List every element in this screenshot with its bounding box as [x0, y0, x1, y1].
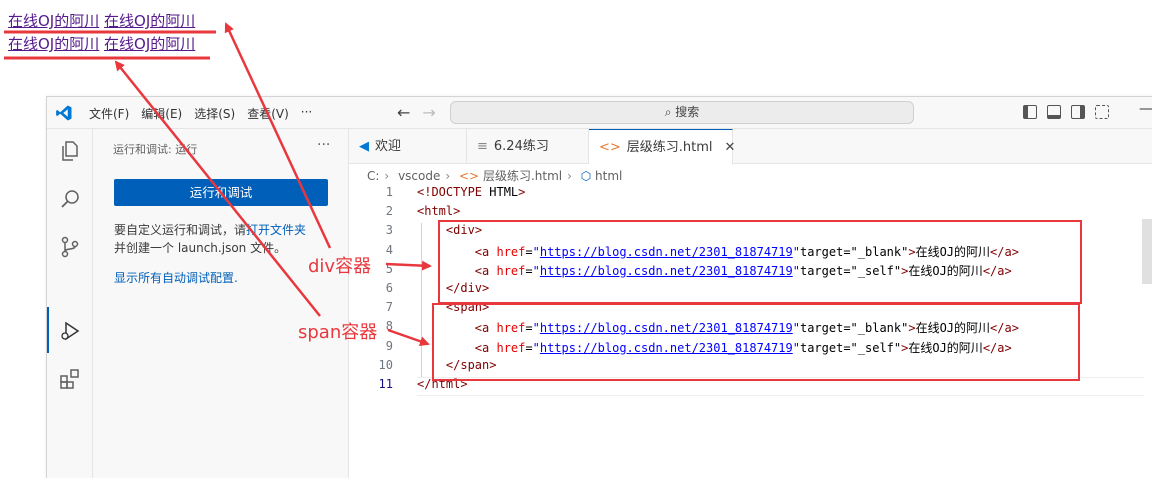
breadcrumb-symbol[interactable]: html — [595, 169, 622, 183]
menu-selection[interactable]: 选择(S) — [194, 105, 235, 122]
rendered-preview: 在线OJ的阿川 在线OJ的阿川 在线OJ的阿川 在线OJ的阿川 — [8, 10, 195, 56]
preview-link[interactable]: 在线OJ的阿川 — [104, 35, 195, 53]
html-file-icon: <> — [599, 140, 621, 155]
scrollbar-thumb[interactable] — [1142, 219, 1152, 284]
nav-arrows: ← → — [397, 103, 436, 122]
menu-bar: 文件(F) 编辑(E) 选择(S) 查看(V) ··· — [89, 105, 312, 122]
preview-line-1: 在线OJ的阿川 在线OJ的阿川 — [8, 10, 195, 33]
close-tab-icon[interactable]: ✕ — [725, 140, 736, 155]
symbol-icon: ⬡ — [580, 169, 592, 183]
tab-bar: ◀ 欢迎 ≡ 6.24练习 <> 层级练习.html ✕ — [349, 129, 1152, 165]
breadcrumb-folder[interactable]: vscode — [398, 169, 440, 183]
title-bar: 文件(F) 编辑(E) 选择(S) 查看(V) ··· ← → ⌕ 搜索 — — [47, 97, 1152, 129]
layout-controls — [1023, 105, 1109, 119]
sidebar-help-text: 要自定义运行和调试，请打开文件夹 并创建一个 launch.json 文件。 — [114, 221, 334, 257]
search-label: 搜索 — [675, 105, 700, 119]
customize-layout-icon[interactable] — [1095, 105, 1109, 119]
line-number: 11 — [378, 377, 393, 391]
forward-arrow-icon[interactable]: → — [422, 103, 435, 122]
line-number: 6 — [385, 281, 393, 295]
line-number: 2 — [385, 204, 393, 219]
command-search[interactable]: ⌕ 搜索 — [450, 101, 914, 124]
line-number: 7 — [385, 300, 393, 315]
span-highlight-box — [432, 303, 1080, 381]
help-text-pre: 要自定义运行和调试，请 — [114, 223, 247, 237]
div-highlight-box — [438, 220, 1082, 304]
active-indicator — [47, 307, 49, 353]
breadcrumb-file[interactable]: 层级练习.html — [483, 169, 562, 183]
line-number: 10 — [378, 357, 393, 372]
search-icon[interactable] — [58, 187, 82, 211]
help-text-post: 并创建一个 launch.json 文件。 — [114, 241, 287, 255]
explorer-icon[interactable] — [58, 139, 82, 163]
extensions-icon[interactable] — [58, 367, 82, 391]
tab-6-24[interactable]: ≡ 6.24练习 — [467, 129, 589, 164]
code-line[interactable]: <!DOCTYPE HTML> — [417, 185, 525, 199]
breadcrumb-drive[interactable]: C: — [367, 169, 379, 183]
open-folder-link[interactable]: 打开文件夹 — [246, 223, 306, 237]
preview-link[interactable]: 在线OJ的阿川 — [104, 12, 195, 30]
sidebar-more-button[interactable]: ··· — [317, 137, 330, 153]
run-and-debug-button[interactable]: 运行和调试 — [114, 179, 328, 206]
vscode-icon: ◀ — [359, 139, 369, 154]
div-container-label: div容器 — [308, 256, 372, 277]
source-control-icon[interactable] — [58, 235, 82, 259]
sidebar-title: 运行和调试: 运行 — [113, 143, 198, 156]
span-container-label: span容器 — [298, 322, 378, 343]
line-number: 1 — [385, 185, 393, 199]
run-debug-sidebar: 运行和调试: 运行 ··· 运行和调试 要自定义运行和调试，请打开文件夹 并创建… — [93, 129, 349, 478]
tab-label: 欢迎 — [375, 139, 402, 154]
activity-bar — [47, 129, 93, 478]
tab-label: 6.24练习 — [493, 139, 549, 154]
menu-file[interactable]: 文件(F) — [89, 105, 129, 122]
html-file-icon: <> — [459, 169, 480, 183]
tab-welcome[interactable]: ◀ 欢迎 — [349, 129, 467, 164]
preview-link[interactable]: 在线OJ的阿川 — [8, 35, 99, 53]
breadcrumb: C: › vscode › <> 层级练习.html › ⬡ html — [367, 169, 623, 183]
run-debug-icon[interactable] — [58, 319, 82, 343]
toggle-panel-icon[interactable] — [1047, 105, 1061, 119]
menu-more[interactable]: ··· — [301, 105, 312, 122]
show-all-debug-configs-link[interactable]: 显示所有自动调试配置. — [114, 269, 238, 286]
menu-edit[interactable]: 编辑(E) — [141, 105, 182, 122]
toggle-secondary-sidebar-icon[interactable] — [1071, 105, 1085, 119]
back-arrow-icon[interactable]: ← — [397, 103, 410, 122]
line-number: 3 — [385, 223, 393, 238]
toggle-sidebar-icon[interactable] — [1023, 105, 1037, 119]
preview-link[interactable]: 在线OJ的阿川 — [8, 12, 99, 30]
file-lines-icon: ≡ — [477, 139, 488, 154]
menu-view[interactable]: 查看(V) — [247, 105, 289, 122]
code-line[interactable]: <html> — [417, 204, 460, 218]
tab-label: 层级练习.html — [626, 140, 713, 155]
preview-line-2: 在线OJ的阿川 在线OJ的阿川 — [8, 33, 195, 56]
minimize-icon[interactable]: — — [1139, 101, 1152, 117]
tab-html-file[interactable]: <> 层级练习.html ✕ — [589, 129, 736, 165]
vscode-logo-icon — [56, 105, 72, 121]
search-icon: ⌕ — [664, 105, 672, 119]
